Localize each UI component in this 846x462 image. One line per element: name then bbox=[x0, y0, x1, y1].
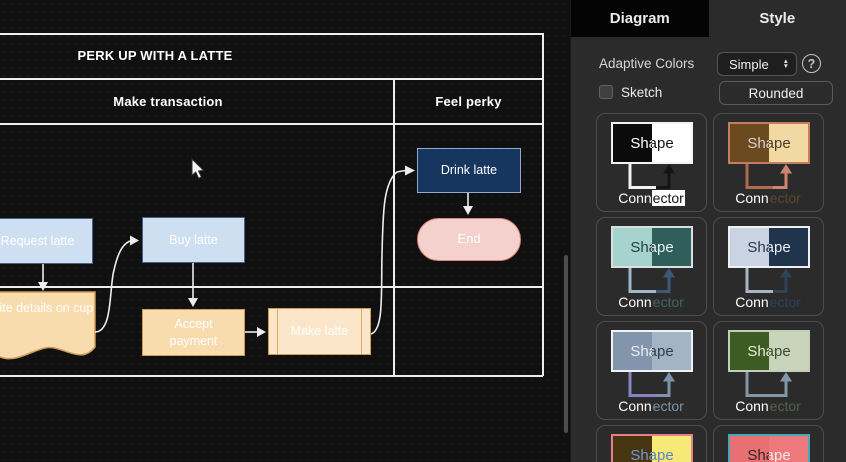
shape-preview: Shape Shape bbox=[728, 434, 810, 462]
node-drink-latte[interactable]: Drink latte bbox=[417, 148, 521, 193]
pool-bottom-border bbox=[0, 375, 543, 377]
pool-title-divider bbox=[0, 78, 543, 80]
arrowhead-down-icon bbox=[188, 298, 198, 307]
node-make-latte[interactable]: Make latte bbox=[268, 308, 371, 355]
node-label: Request latte bbox=[0, 233, 75, 248]
shape-preview: Shape Shape bbox=[611, 122, 693, 164]
panel-tabbar: Diagram Style bbox=[571, 0, 846, 37]
arrowhead-right-icon bbox=[405, 165, 415, 176]
node-write-details-label[interactable]: Write details on cup bbox=[0, 300, 95, 316]
node-accept-payment[interactable]: Accept payment bbox=[142, 309, 245, 356]
lane-divider bbox=[393, 78, 395, 376]
adaptive-colors-label: Adaptive Colors bbox=[599, 56, 695, 71]
style-preset-grid: Shape Shape Connector Shape Shape Connec… bbox=[596, 113, 824, 462]
connector-preview-label: Connector bbox=[618, 190, 685, 206]
tab-style[interactable]: Style bbox=[709, 0, 846, 37]
pool-right-border bbox=[542, 33, 544, 376]
diagram-canvas[interactable]: PERK UP WITH A LATTE Make transaction Fe… bbox=[0, 0, 570, 462]
lane-header-make-transaction[interactable]: Make transaction bbox=[0, 94, 336, 109]
style-preset-card[interactable]: Shape Shape Connector bbox=[596, 425, 707, 462]
shape-preview: Shape Shape bbox=[728, 122, 810, 164]
node-label: Buy latte bbox=[169, 232, 218, 247]
arrowhead-right-icon bbox=[257, 327, 266, 337]
style-preset-card[interactable]: Shape Shape Connector bbox=[596, 321, 707, 420]
style-preset-card[interactable]: Shape Shape Connector bbox=[713, 425, 824, 462]
connector-preview-label: Connector bbox=[735, 398, 801, 414]
connector-preview-label: Connector bbox=[618, 294, 684, 310]
shape-preview: Shape Shape bbox=[611, 434, 693, 462]
node-label: Make latte bbox=[290, 324, 349, 339]
selected-option: Simple bbox=[729, 56, 769, 72]
shape-preview: Shape Shape bbox=[728, 330, 810, 372]
subprocess-bar bbox=[277, 309, 278, 354]
connector-preview bbox=[745, 164, 792, 189]
connector-preview-label: Connector bbox=[735, 190, 801, 206]
connector-preview bbox=[628, 372, 675, 397]
connector-preview bbox=[745, 268, 792, 293]
pool-title[interactable]: PERK UP WITH A LATTE bbox=[0, 48, 310, 63]
arrowhead-down-icon bbox=[463, 206, 473, 215]
node-label: Accept payment bbox=[169, 317, 218, 348]
style-preset-card[interactable]: Shape Shape Connector bbox=[596, 217, 707, 316]
arrowhead-right-icon bbox=[130, 235, 139, 246]
tab-diagram[interactable]: Diagram bbox=[571, 0, 709, 37]
node-buy-latte[interactable]: Buy latte bbox=[142, 217, 245, 263]
subprocess-bar bbox=[361, 309, 362, 354]
shape-preview: Shape Shape bbox=[728, 226, 810, 268]
sketch-label: Sketch bbox=[621, 85, 663, 100]
connector-preview-label: Connector bbox=[735, 294, 801, 310]
shape-preview: Shape Shape bbox=[611, 226, 693, 268]
row-divider bbox=[0, 286, 543, 288]
mouse-cursor-icon bbox=[191, 157, 205, 179]
node-label: Drink latte bbox=[440, 163, 498, 178]
style-preset-card[interactable]: Shape Shape Connector bbox=[713, 321, 824, 420]
lane-header-feel-perky[interactable]: Feel perky bbox=[394, 94, 543, 109]
shape-preview: Shape Shape bbox=[611, 330, 693, 372]
connector-preview bbox=[628, 164, 675, 189]
connector-preview-label: Connector bbox=[618, 398, 684, 414]
style-preset-card[interactable]: Shape Shape Connector bbox=[713, 113, 824, 212]
help-icon[interactable]: ? bbox=[802, 54, 821, 73]
vertical-scrollbar[interactable] bbox=[564, 255, 568, 433]
node-end[interactable]: End bbox=[417, 218, 521, 261]
lane-header-divider bbox=[0, 123, 543, 125]
connector-make-to-drink[interactable] bbox=[370, 169, 406, 335]
connector-preview bbox=[745, 372, 792, 397]
style-preset-card[interactable]: Shape Shape Connector bbox=[596, 113, 707, 212]
pool-top-border bbox=[0, 33, 543, 35]
dropdown-arrows-icon: ▲ ▼ bbox=[782, 57, 789, 70]
connector-preview bbox=[628, 268, 675, 293]
rounded-button[interactable]: Rounded bbox=[719, 81, 833, 105]
adaptive-colors-select[interactable]: Simple ▲ ▼ bbox=[717, 52, 797, 76]
node-request-latte[interactable]: Request latte bbox=[0, 218, 93, 264]
sketch-checkbox[interactable] bbox=[599, 85, 613, 99]
style-preset-card[interactable]: Shape Shape Connector bbox=[713, 217, 824, 316]
format-panel: Diagram Style Adaptive Colors Simple ▲ ▼ … bbox=[570, 0, 846, 462]
node-label: End bbox=[457, 231, 481, 247]
